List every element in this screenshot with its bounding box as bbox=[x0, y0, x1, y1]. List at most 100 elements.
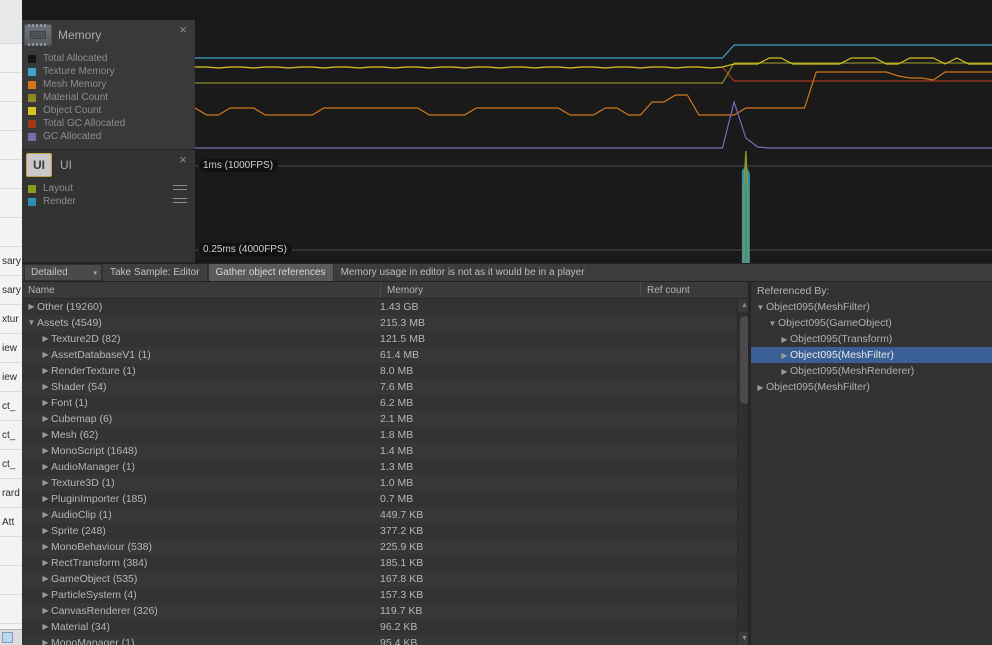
background-window-row[interactable] bbox=[0, 160, 22, 189]
background-window-row[interactable] bbox=[0, 537, 22, 566]
background-window-row[interactable]: sary bbox=[0, 247, 22, 276]
expand-collapse-right-icon[interactable]: ▶ bbox=[40, 539, 51, 555]
close-icon[interactable]: × bbox=[177, 153, 189, 166]
expand-collapse-down-icon[interactable]: ▼ bbox=[26, 315, 37, 331]
table-row[interactable]: ▶ RenderTexture (1) 8.0 MB bbox=[22, 363, 737, 379]
expand-collapse-right-icon[interactable]: ▶ bbox=[40, 331, 51, 347]
expand-collapse-right-icon[interactable]: ▶ bbox=[40, 427, 51, 443]
column-header-name[interactable]: Name bbox=[22, 282, 380, 298]
table-row[interactable]: ▶ PluginImporter (185) 0.7 MB bbox=[22, 491, 737, 507]
background-window-row[interactable] bbox=[0, 102, 22, 131]
expand-collapse-right-icon[interactable]: ▶ bbox=[779, 351, 790, 360]
chart-memory-plot[interactable] bbox=[195, 20, 992, 150]
referenced-by-row[interactable]: ▶ Object095(MeshFilter) bbox=[751, 379, 992, 395]
background-window-row[interactable] bbox=[0, 566, 22, 595]
background-window-row[interactable]: ct_ bbox=[0, 450, 22, 479]
background-window-row[interactable] bbox=[0, 189, 22, 218]
background-window-row[interactable]: ct_ bbox=[0, 421, 22, 450]
legend-item[interactable]: Layout bbox=[28, 182, 195, 195]
expand-collapse-right-icon[interactable]: ▶ bbox=[40, 555, 51, 571]
referenced-by-row[interactable]: ▼ Object095(GameObject) bbox=[751, 315, 992, 331]
table-row[interactable]: ▶ Sprite (248) 377.2 KB bbox=[22, 523, 737, 539]
table-row[interactable]: ▶ Texture3D (1) 1.0 MB bbox=[22, 475, 737, 491]
background-window-row[interactable] bbox=[0, 0, 22, 44]
expand-collapse-right-icon[interactable]: ▶ bbox=[40, 347, 51, 363]
table-cell-name-label: MonoManager (1) bbox=[51, 637, 135, 645]
legend-item[interactable]: Render bbox=[28, 195, 195, 208]
expand-collapse-right-icon[interactable]: ▶ bbox=[755, 383, 766, 392]
referenced-by-row[interactable]: ▶ Object095(MeshFilter) bbox=[751, 347, 992, 363]
legend-item[interactable]: Object Count bbox=[28, 104, 195, 117]
legend-item[interactable]: Texture Memory bbox=[28, 65, 195, 78]
expand-collapse-right-icon[interactable]: ▶ bbox=[40, 459, 51, 475]
referenced-by-row[interactable]: ▶ Object095(Transform) bbox=[751, 331, 992, 347]
column-header-memory[interactable]: Memory bbox=[380, 282, 640, 298]
background-window-row[interactable]: rard bbox=[0, 479, 22, 508]
legend-item[interactable]: Material Count bbox=[28, 91, 195, 104]
expand-collapse-right-icon[interactable]: ▶ bbox=[40, 475, 51, 491]
expand-collapse-right-icon[interactable]: ▶ bbox=[40, 395, 51, 411]
table-row[interactable]: ▶ Cubemap (6) 2.1 MB bbox=[22, 411, 737, 427]
expand-collapse-right-icon[interactable]: ▶ bbox=[40, 571, 51, 587]
table-row[interactable]: ▶ Font (1) 6.2 MB bbox=[22, 395, 737, 411]
table-row[interactable]: ▶ ParticleSystem (4) 157.3 KB bbox=[22, 587, 737, 603]
drag-handle-icon[interactable] bbox=[173, 198, 187, 206]
expand-collapse-right-icon[interactable]: ▶ bbox=[40, 443, 51, 459]
view-mode-dropdown[interactable]: Detailed ▾ bbox=[24, 264, 102, 281]
legend-item[interactable]: GC Allocated bbox=[28, 130, 195, 143]
background-window[interactable]: sarysaryxturiewiewct_ct_ct_rardAtt苗ZnTg bbox=[0, 0, 22, 645]
background-window-row[interactable] bbox=[0, 218, 22, 247]
expand-collapse-right-icon[interactable]: ▶ bbox=[40, 587, 51, 603]
expand-collapse-right-icon[interactable]: ▶ bbox=[779, 367, 790, 376]
referenced-by-row[interactable]: ▶ Object095(MeshRenderer) bbox=[751, 363, 992, 379]
background-window-row[interactable]: sary bbox=[0, 276, 22, 305]
expand-collapse-right-icon[interactable]: ▶ bbox=[40, 619, 51, 635]
background-window-row[interactable]: iew bbox=[0, 334, 22, 363]
expand-collapse-right-icon[interactable]: ▶ bbox=[40, 635, 51, 645]
background-window-row[interactable] bbox=[0, 595, 22, 624]
expand-collapse-down-icon[interactable]: ▼ bbox=[755, 303, 766, 312]
table-row[interactable]: ▶ Shader (54) 7.6 MB bbox=[22, 379, 737, 395]
column-header-ref-count[interactable]: Ref count bbox=[640, 282, 750, 298]
table-row[interactable]: ▶ MonoBehaviour (538) 225.9 KB bbox=[22, 539, 737, 555]
background-window-row[interactable]: ct_ bbox=[0, 392, 22, 421]
legend-item[interactable]: Mesh Memory bbox=[28, 78, 195, 91]
chart-ui-plot[interactable]: 1ms (1000FPS) 0.25ms (4000FPS) bbox=[195, 150, 992, 263]
gather-object-references-toggle[interactable]: Gather object references bbox=[207, 264, 334, 281]
table-row[interactable]: ▶ Other (19260) 1.43 GB bbox=[22, 299, 737, 315]
background-window-row[interactable] bbox=[0, 131, 22, 160]
background-window-row[interactable] bbox=[0, 44, 22, 73]
table-row[interactable]: ▶ Material (34) 96.2 KB bbox=[22, 619, 737, 635]
close-icon[interactable]: × bbox=[177, 23, 189, 36]
table-row[interactable]: ▶ RectTransform (384) 185.1 KB bbox=[22, 555, 737, 571]
table-row[interactable]: ▶ AudioClip (1) 449.7 KB bbox=[22, 507, 737, 523]
expand-collapse-right-icon[interactable]: ▶ bbox=[40, 491, 51, 507]
table-row[interactable]: ▶ CanvasRenderer (326) 119.7 KB bbox=[22, 603, 737, 619]
table-row[interactable]: ▶ AudioManager (1) 1.3 MB bbox=[22, 459, 737, 475]
expand-collapse-right-icon[interactable]: ▶ bbox=[40, 523, 51, 539]
table-row[interactable]: ▶ MonoManager (1) 95.4 KB bbox=[22, 635, 737, 645]
table-row[interactable]: ▶ AssetDatabaseV1 (1) 61.4 MB bbox=[22, 347, 737, 363]
background-window-row[interactable]: Att bbox=[0, 508, 22, 537]
table-row[interactable]: ▶ GameObject (535) 167.8 KB bbox=[22, 571, 737, 587]
table-row[interactable]: ▶ Mesh (62) 1.8 MB bbox=[22, 427, 737, 443]
expand-collapse-right-icon[interactable]: ▶ bbox=[40, 379, 51, 395]
expand-collapse-right-icon[interactable]: ▶ bbox=[26, 299, 37, 315]
legend-item[interactable]: Total Allocated bbox=[28, 52, 195, 65]
legend-item[interactable]: Total GC Allocated bbox=[28, 117, 195, 130]
expand-collapse-right-icon[interactable]: ▶ bbox=[779, 335, 790, 344]
referenced-by-row[interactable]: ▼ Object095(MeshFilter) bbox=[751, 299, 992, 315]
table-row[interactable]: ▶ MonoScript (1648) 1.4 MB bbox=[22, 443, 737, 459]
background-window-row[interactable]: xtur bbox=[0, 305, 22, 334]
take-sample-button[interactable]: Take Sample: Editor bbox=[102, 264, 208, 281]
drag-handle-icon[interactable] bbox=[173, 185, 187, 193]
expand-collapse-right-icon[interactable]: ▶ bbox=[40, 411, 51, 427]
table-row[interactable]: ▶ Texture2D (82) 121.5 MB bbox=[22, 331, 737, 347]
expand-collapse-right-icon[interactable]: ▶ bbox=[40, 507, 51, 523]
expand-collapse-right-icon[interactable]: ▶ bbox=[40, 363, 51, 379]
table-row[interactable]: ▼ Assets (4549) 215.3 MB bbox=[22, 315, 737, 331]
background-window-row[interactable]: iew bbox=[0, 363, 22, 392]
expand-collapse-down-icon[interactable]: ▼ bbox=[767, 319, 778, 328]
expand-collapse-right-icon[interactable]: ▶ bbox=[40, 603, 51, 619]
background-window-row[interactable] bbox=[0, 73, 22, 102]
